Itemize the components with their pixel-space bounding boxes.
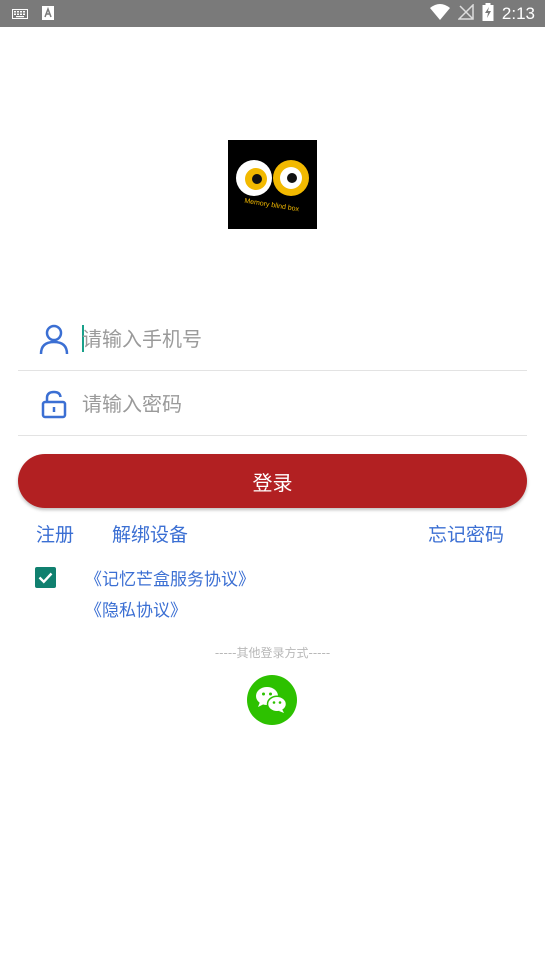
password-field[interactable] (18, 372, 527, 436)
wifi-icon (429, 4, 450, 24)
status-time: 2:13 (501, 4, 535, 23)
service-agreement-link[interactable]: 《记忆芒盒服务协议》 (85, 565, 255, 590)
user-icon (38, 323, 70, 355)
status-bar: 2:13 (0, 0, 545, 27)
app-logo: Memory blind box (228, 140, 317, 229)
battery-charging-icon (482, 3, 494, 25)
a11y-icon (42, 5, 54, 24)
check-icon (38, 572, 53, 584)
lock-icon (38, 388, 70, 420)
login-button[interactable]: 登录 (18, 454, 527, 508)
forgot-password-link[interactable]: 忘记密码 (428, 520, 504, 547)
privacy-agreement-link[interactable]: 《隐私协议》 (85, 596, 187, 621)
wechat-login-button[interactable] (247, 675, 297, 725)
other-login-divider: -----其他登录方式----- (214, 646, 331, 660)
password-input[interactable] (82, 384, 502, 424)
phone-field[interactable] (18, 307, 527, 371)
wechat-icon (256, 687, 288, 713)
agreement-checkbox[interactable] (35, 567, 56, 588)
logo-eyes-icon (236, 160, 309, 196)
no-signal-icon (457, 3, 474, 24)
keyboard-icon (12, 5, 28, 24)
unbind-device-link[interactable]: 解绑设备 (112, 520, 188, 547)
register-link[interactable]: 注册 (36, 520, 74, 547)
phone-input[interactable] (82, 319, 502, 359)
